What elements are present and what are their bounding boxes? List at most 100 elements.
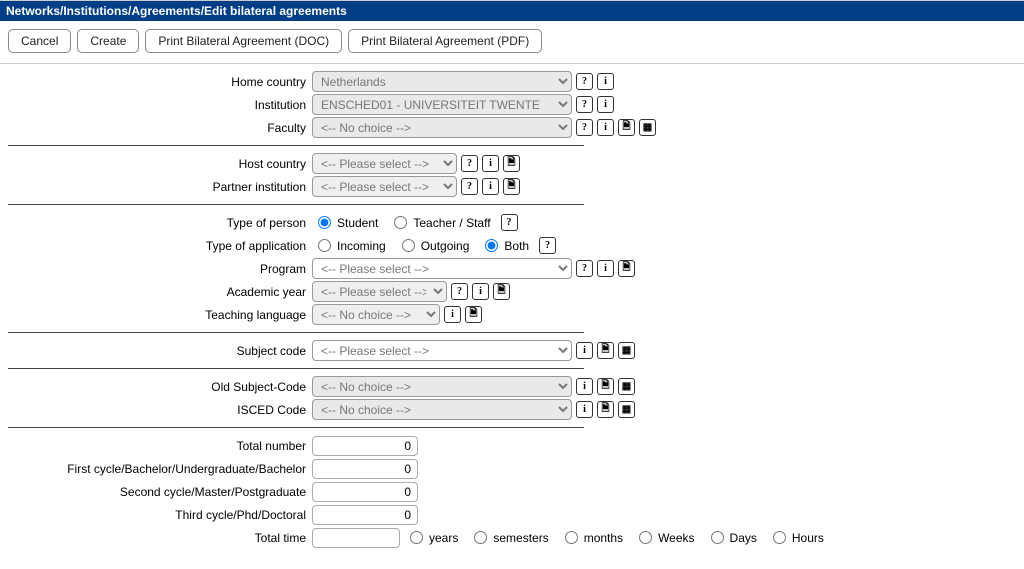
info-icon[interactable]: i	[576, 378, 593, 395]
old-subject-code-select[interactable]: <-- No choice -->	[312, 376, 572, 397]
help-icon[interactable]: ?	[576, 73, 593, 90]
label-program: Program	[4, 262, 312, 276]
label-total-time: Total time	[4, 531, 312, 545]
radio-label-days: Days	[730, 531, 757, 545]
institution-select[interactable]: ENSCHED01 - UNIVERSITEIT TWENTE	[312, 94, 572, 115]
label-faculty: Faculty	[4, 121, 312, 135]
radio-outgoing[interactable]	[402, 239, 415, 252]
doc-icon[interactable]: 🗎	[597, 342, 614, 359]
print-pdf-button[interactable]: Print Bilateral Agreement (PDF)	[348, 29, 542, 53]
radio-weeks[interactable]	[639, 531, 652, 544]
host-country-select[interactable]: <-- Please select -->	[312, 153, 457, 174]
radio-both[interactable]	[485, 239, 498, 252]
third-cycle-input[interactable]	[312, 505, 418, 525]
help-icon[interactable]: ?	[451, 283, 468, 300]
label-host-country: Host country	[4, 157, 312, 171]
radio-months[interactable]	[565, 531, 578, 544]
radio-label-student: Student	[337, 216, 378, 230]
label-home-country: Home country	[4, 75, 312, 89]
help-icon[interactable]: ?	[539, 237, 556, 254]
label-type-of-person: Type of person	[4, 216, 312, 230]
create-button[interactable]: Create	[77, 29, 139, 53]
second-cycle-input[interactable]	[312, 482, 418, 502]
label-institution: Institution	[4, 98, 312, 112]
info-icon[interactable]: i	[597, 96, 614, 113]
radio-label-years: years	[429, 531, 458, 545]
doc-icon[interactable]: 🗎	[597, 378, 614, 395]
toolbar: Cancel Create Print Bilateral Agreement …	[0, 21, 1024, 64]
radio-semesters[interactable]	[474, 531, 487, 544]
radio-label-hours: Hours	[792, 531, 824, 545]
doc-icon[interactable]: 🗎	[503, 178, 520, 195]
separator	[8, 427, 584, 428]
info-icon[interactable]: i	[597, 119, 614, 136]
label-isced-code: ISCED Code	[4, 403, 312, 417]
academic-year-select[interactable]: <-- Please select -->	[312, 281, 447, 302]
info-icon[interactable]: i	[597, 73, 614, 90]
breadcrumb: Networks/Institutions/Agreements/Edit bi…	[0, 0, 1024, 21]
info-icon[interactable]: i	[482, 178, 499, 195]
doc-icon[interactable]: 🗎	[618, 260, 635, 277]
radio-label-both: Both	[504, 239, 529, 253]
total-time-input[interactable]	[312, 528, 400, 548]
radio-label-outgoing: Outgoing	[421, 239, 470, 253]
list-icon[interactable]: ▦	[639, 119, 656, 136]
isced-code-select[interactable]: <-- No choice -->	[312, 399, 572, 420]
label-second-cycle: Second cycle/Master/Postgraduate	[4, 485, 312, 499]
radio-student[interactable]	[318, 216, 331, 229]
radio-label-months: months	[584, 531, 623, 545]
radio-label-semesters: semesters	[493, 531, 548, 545]
home-country-select[interactable]: Netherlands	[312, 71, 572, 92]
label-type-of-application: Type of application	[4, 239, 312, 253]
radio-years[interactable]	[410, 531, 423, 544]
help-icon[interactable]: ?	[461, 178, 478, 195]
radio-days[interactable]	[711, 531, 724, 544]
separator	[8, 332, 584, 333]
help-icon[interactable]: ?	[501, 214, 518, 231]
label-partner-institution: Partner institution	[4, 180, 312, 194]
faculty-select[interactable]: <-- No choice -->	[312, 117, 572, 138]
label-first-cycle: First cycle/Bachelor/Undergraduate/Bache…	[4, 462, 312, 476]
list-icon[interactable]: ▦	[618, 342, 635, 359]
radio-label-teacher: Teacher / Staff	[413, 216, 490, 230]
help-icon[interactable]: ?	[576, 96, 593, 113]
radio-label-weeks: Weeks	[658, 531, 694, 545]
cancel-button[interactable]: Cancel	[8, 29, 71, 53]
label-total-number: Total number	[4, 439, 312, 453]
separator	[8, 368, 584, 369]
info-icon[interactable]: i	[444, 306, 461, 323]
info-icon[interactable]: i	[576, 401, 593, 418]
info-icon[interactable]: i	[472, 283, 489, 300]
doc-icon[interactable]: 🗎	[493, 283, 510, 300]
label-academic-year: Academic year	[4, 285, 312, 299]
label-subject-code: Subject code	[4, 344, 312, 358]
info-icon[interactable]: i	[597, 260, 614, 277]
help-icon[interactable]: ?	[576, 119, 593, 136]
separator	[8, 204, 584, 205]
doc-icon[interactable]: 🗎	[618, 119, 635, 136]
radio-incoming[interactable]	[318, 239, 331, 252]
total-number-input[interactable]	[312, 436, 418, 456]
label-old-subject-code: Old Subject-Code	[4, 380, 312, 394]
doc-icon[interactable]: 🗎	[597, 401, 614, 418]
teaching-language-select[interactable]: <-- No choice -->	[312, 304, 440, 325]
print-doc-button[interactable]: Print Bilateral Agreement (DOC)	[145, 29, 342, 53]
partner-institution-select[interactable]: <-- Please select -->	[312, 176, 457, 197]
label-third-cycle: Third cycle/Phd/Doctoral	[4, 508, 312, 522]
radio-teacher[interactable]	[394, 216, 407, 229]
list-icon[interactable]: ▦	[618, 378, 635, 395]
subject-code-select[interactable]: <-- Please select -->	[312, 340, 572, 361]
radio-label-incoming: Incoming	[337, 239, 386, 253]
first-cycle-input[interactable]	[312, 459, 418, 479]
info-icon[interactable]: i	[576, 342, 593, 359]
radio-hours[interactable]	[773, 531, 786, 544]
label-teaching-language: Teaching language	[4, 308, 312, 322]
doc-icon[interactable]: 🗎	[465, 306, 482, 323]
help-icon[interactable]: ?	[576, 260, 593, 277]
doc-icon[interactable]: 🗎	[503, 155, 520, 172]
info-icon[interactable]: i	[482, 155, 499, 172]
program-select[interactable]: <-- Please select -->	[312, 258, 572, 279]
separator	[8, 145, 584, 146]
help-icon[interactable]: ?	[461, 155, 478, 172]
list-icon[interactable]: ▦	[618, 401, 635, 418]
